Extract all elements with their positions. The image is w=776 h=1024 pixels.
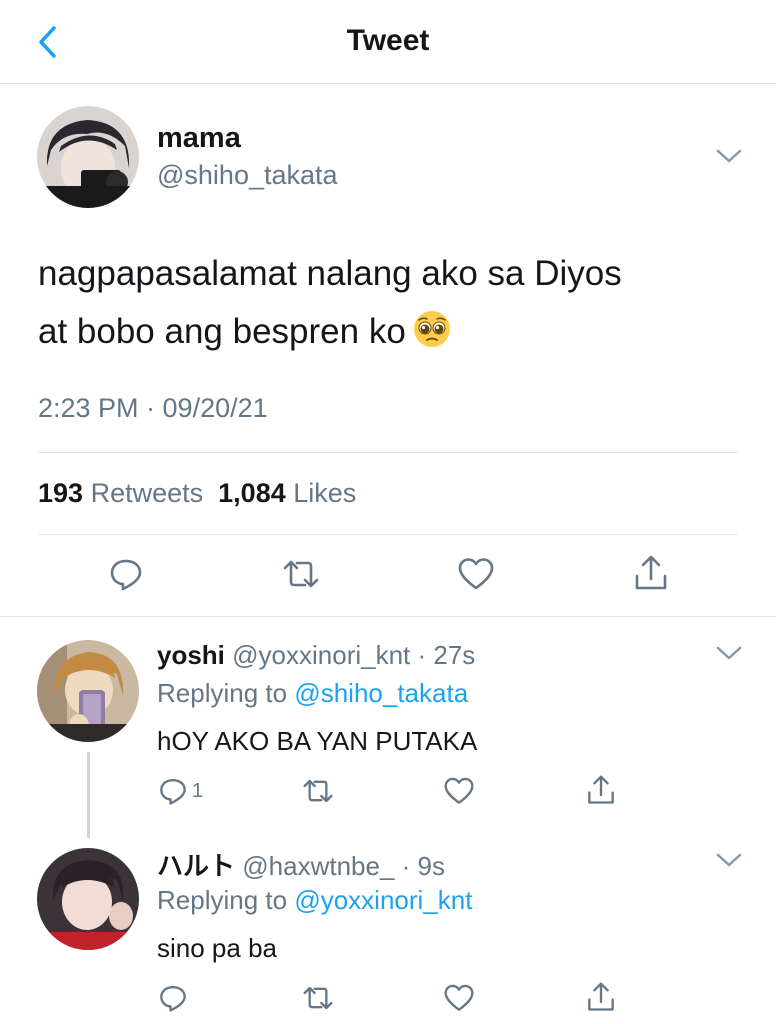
thread-line [87, 752, 90, 838]
retweet-icon [303, 986, 333, 1010]
heart-icon [444, 984, 474, 1011]
tweet-timestamp: 2:23 PM · 09/20/21 [38, 393, 268, 423]
divider [38, 452, 738, 453]
likes-label: Likes [293, 478, 357, 508]
reply-text: sino pa ba [157, 933, 277, 963]
retweet-button[interactable] [281, 556, 321, 592]
reply-meta: @yoxxinori_knt · 27s [232, 640, 476, 670]
chevron-down-icon[interactable] [714, 146, 744, 166]
author-handle[interactable]: @shiho_takata [157, 160, 338, 191]
replying-to-link[interactable]: @yoxxinori_knt [294, 885, 472, 915]
section-divider [0, 616, 776, 617]
author-name[interactable]: mama [157, 122, 241, 155]
chevron-down-icon[interactable] [714, 643, 744, 663]
share-icon [635, 555, 667, 590]
share-button[interactable] [586, 981, 616, 1013]
reply-button[interactable]: 1 [158, 776, 203, 806]
reply-text: hOY AKO BA YAN PUTAKA [157, 726, 478, 756]
avatar[interactable] [37, 848, 139, 950]
retweet-icon [303, 779, 333, 803]
reply-count: 1 [192, 779, 204, 802]
reply-icon [110, 559, 142, 591]
likes-stat[interactable]: 1,084 Likes [218, 478, 356, 508]
like-button[interactable] [443, 776, 475, 806]
replying-prefix: Replying to [157, 678, 288, 708]
share-icon [588, 775, 614, 804]
tweet-text-span: at bobo ang bespren ko [38, 312, 406, 351]
replying-to: Replying to @yoxxinori_knt [157, 885, 472, 916]
avatar[interactable] [37, 106, 139, 208]
pleading-face-icon [413, 311, 450, 347]
heart-icon [444, 777, 474, 804]
retweet-button[interactable] [301, 983, 335, 1013]
retweets-stat[interactable]: 193 Retweets [38, 478, 203, 508]
reply-author-name[interactable]: ハルト [157, 851, 235, 881]
like-button[interactable] [443, 983, 475, 1013]
heart-icon [458, 558, 494, 590]
page-title: Tweet [346, 24, 430, 57]
tweet-stats: 193 Retweets 1,084 Likes [38, 478, 356, 509]
tweet-text-line: at bobo ang bespren ko [38, 303, 738, 361]
retweets-label: Retweets [90, 478, 204, 508]
like-button[interactable] [457, 556, 495, 592]
reply-button[interactable] [108, 556, 144, 592]
avatar[interactable] [37, 640, 139, 742]
reply-icon [160, 986, 186, 1012]
share-button[interactable] [586, 774, 616, 806]
retweet-button[interactable] [301, 776, 335, 806]
replying-prefix: Replying to [157, 885, 288, 915]
tweet-text: nagpapasalamat nalang ako sa Diyos at bo… [38, 245, 738, 361]
divider [38, 534, 738, 535]
tweet-text-line: nagpapasalamat nalang ako sa Diyos [38, 254, 622, 293]
share-button[interactable] [633, 554, 669, 592]
reply-button[interactable] [158, 983, 188, 1013]
chevron-down-icon[interactable] [714, 850, 744, 870]
replying-to-link[interactable]: @shiho_takata [294, 678, 468, 708]
nav-header: Tweet [0, 0, 776, 84]
reply-meta: @haxwtnbe_ · 9s [242, 851, 445, 881]
likes-count: 1,084 [218, 478, 286, 508]
retweet-icon [283, 560, 319, 588]
retweets-count: 193 [38, 478, 84, 508]
share-icon [588, 982, 614, 1011]
reply-header: yoshi @yoxxinori_knt · 27s [157, 640, 475, 671]
reply-header: ハルト @haxwtnbe_ · 9s [157, 846, 445, 883]
reply-icon [160, 779, 186, 805]
reply-author-name[interactable]: yoshi [157, 640, 225, 670]
replying-to: Replying to @shiho_takata [157, 678, 468, 709]
